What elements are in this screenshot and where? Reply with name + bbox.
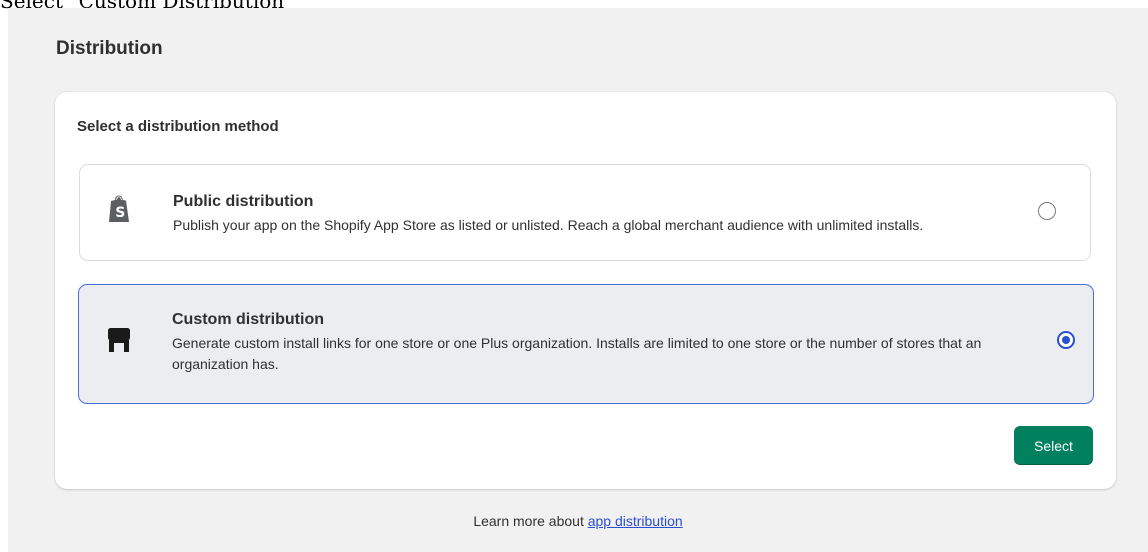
footer-prefix: Learn more about xyxy=(473,513,588,529)
custom-distribution-description: Generate custom install links for one st… xyxy=(172,335,982,372)
custom-distribution-title: Custom distribution xyxy=(172,311,324,328)
storefront-icon xyxy=(107,326,131,354)
shopify-bag-icon: S xyxy=(107,195,131,223)
svg-text:S: S xyxy=(115,205,125,221)
public-distribution-description: Publish your app on the Shopify App Stor… xyxy=(173,217,924,233)
public-distribution-radio[interactable] xyxy=(1038,202,1056,220)
custom-distribution-radio[interactable] xyxy=(1057,331,1075,349)
custom-distribution-option[interactable]: Custom distribution Generate custom inst… xyxy=(78,284,1094,404)
public-distribution-option[interactable]: S Public distribution Publish your app o… xyxy=(79,164,1091,261)
page-container: Distribution Select a distribution metho… xyxy=(8,8,1148,552)
app-distribution-link[interactable]: app distribution xyxy=(588,513,683,529)
distribution-card: Select a distribution method S Public di… xyxy=(55,92,1116,489)
public-distribution-title: Public distribution xyxy=(173,193,314,210)
card-heading: Select a distribution method xyxy=(77,118,279,135)
page-title: Distribution xyxy=(56,38,163,59)
footer-learn-more: Learn more about app distribution xyxy=(8,513,1148,529)
select-button[interactable]: Select xyxy=(1014,426,1093,465)
